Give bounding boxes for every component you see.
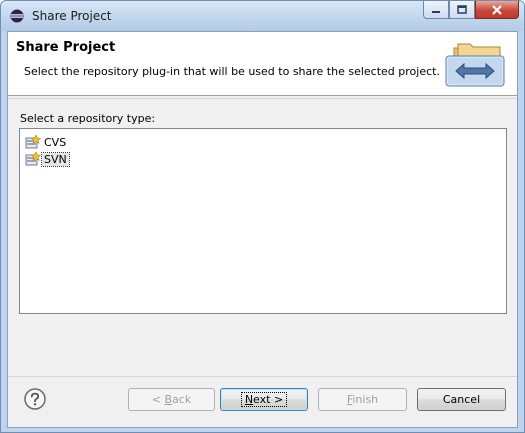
share-project-window: Share Project Share Project Select the r… bbox=[0, 0, 525, 433]
button-bar-separator bbox=[8, 376, 517, 377]
cancel-button-label: Cancel bbox=[442, 393, 481, 406]
next-button-label: Next > bbox=[240, 392, 288, 407]
finish-button[interactable]: Finish bbox=[318, 388, 407, 411]
header-separator bbox=[8, 98, 517, 99]
maximize-button[interactable] bbox=[449, 1, 475, 19]
cancel-button[interactable]: Cancel bbox=[417, 388, 506, 411]
header-title: Share Project bbox=[16, 40, 116, 55]
list-item-label: CVS bbox=[44, 135, 67, 149]
close-button[interactable] bbox=[475, 1, 519, 19]
header-description: Select the repository plug-in that will … bbox=[24, 65, 440, 78]
window-title: Share Project bbox=[32, 9, 112, 23]
list-item-svn[interactable]: SVN bbox=[25, 151, 70, 167]
dialog-client-area: Share Project Select the repository plug… bbox=[7, 31, 518, 428]
eclipse-icon bbox=[10, 9, 24, 23]
repository-type-list[interactable]: CVS SVN bbox=[19, 128, 507, 314]
repository-type-label: Select a repository type: bbox=[20, 112, 156, 125]
maximize-icon bbox=[457, 5, 467, 14]
finish-button-label: Finish bbox=[346, 393, 379, 406]
caption-buttons bbox=[423, 1, 519, 21]
minimize-button[interactable] bbox=[423, 1, 449, 19]
wizard-header: Share Project Select the repository plug… bbox=[8, 32, 517, 96]
back-button[interactable]: < Back bbox=[128, 388, 215, 411]
title-bar[interactable]: Share Project bbox=[1, 1, 524, 31]
minimize-icon bbox=[432, 10, 440, 13]
next-button[interactable]: Next > bbox=[220, 388, 308, 411]
close-icon bbox=[492, 4, 502, 15]
svn-repo-icon bbox=[25, 152, 41, 166]
cvs-repo-icon bbox=[25, 135, 41, 149]
back-button-label: < Back bbox=[151, 393, 192, 406]
list-item-label: SVN bbox=[41, 151, 70, 167]
help-icon[interactable] bbox=[24, 388, 46, 410]
share-arrows-icon bbox=[445, 43, 505, 87]
list-item-cvs[interactable]: CVS bbox=[25, 134, 68, 150]
